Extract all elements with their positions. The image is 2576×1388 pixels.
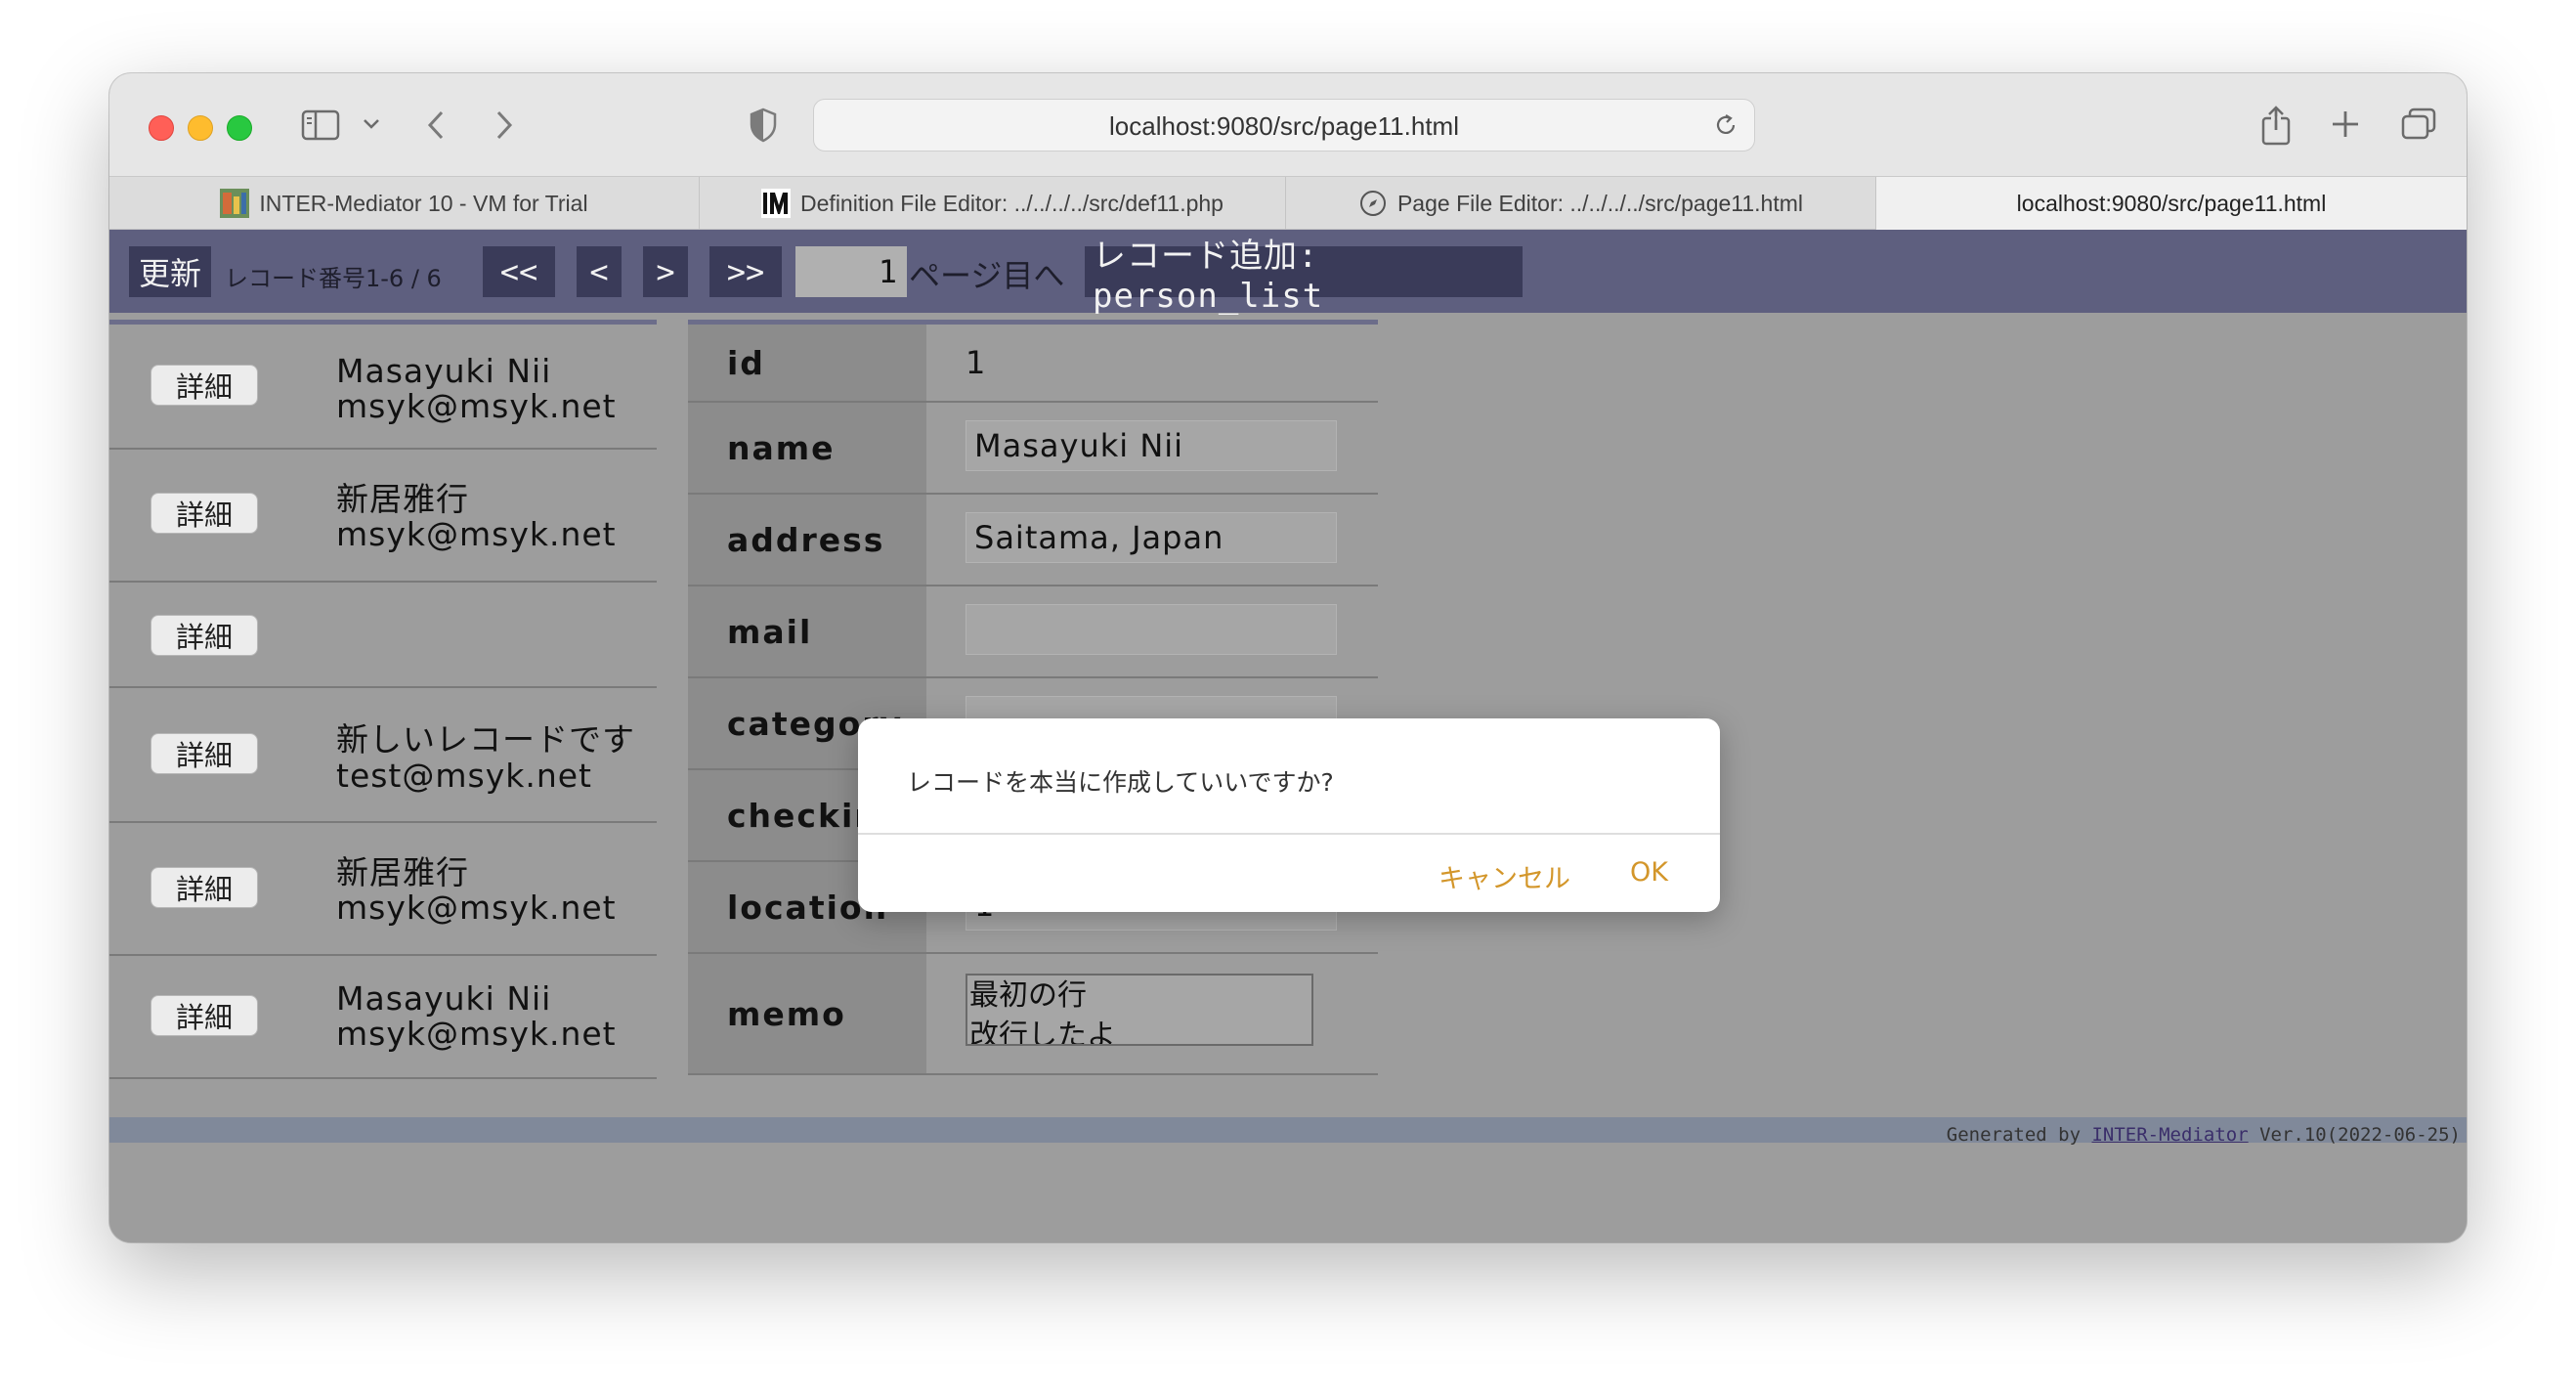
mail-input[interactable] [966, 604, 1337, 655]
inter-mediator-favicon-icon [220, 189, 250, 218]
memo-textarea[interactable]: 最初の行 改行したよ [966, 974, 1313, 1046]
confirm-dialog: レコードを本当に作成していいですか? キャンセル OK [858, 718, 1720, 912]
dialog-message: レコードを本当に作成していいですか? [907, 768, 1334, 797]
tab-page11[interactable]: localhost:9080/src/page11.html [1876, 177, 2467, 230]
detail-row-address: address Saitama, Japan [688, 495, 1378, 586]
tab-label: Definition File Editor: ../../../../src/… [800, 190, 1224, 216]
list-item-mail: msyk@msyk.net [336, 515, 617, 553]
footer-suffix: Ver.10(2022-06-25) [2259, 1124, 2461, 1146]
first-page-button[interactable]: << [483, 246, 555, 297]
cancel-button[interactable]: キャンセル [1438, 857, 1570, 895]
tab-definition-editor[interactable]: Definition File Editor: ../../../../src/… [700, 177, 1286, 230]
record-list: 詳細 Masayuki Nii msyk@msyk.net 詳細 新居雅行 ms… [109, 320, 657, 1079]
list-item-mail: msyk@msyk.net [336, 889, 617, 927]
im-logo-icon [761, 189, 792, 218]
prev-page-button[interactable]: < [577, 246, 622, 297]
detail-button[interactable]: 詳細 [150, 615, 258, 656]
field-label: mail [688, 586, 926, 676]
record-detail: id 1 name Masayuki Nii address Saitama, … [688, 320, 1378, 1075]
detail-button[interactable]: 詳細 [150, 995, 258, 1036]
last-page-button[interactable]: >> [709, 246, 782, 297]
field-label: name [688, 403, 926, 493]
back-arrow-icon[interactable] [424, 108, 448, 146]
list-item: 詳細 Masayuki Nii msyk@msyk.net [109, 956, 657, 1079]
tab-label: INTER-Mediator 10 - VM for Trial [259, 190, 588, 216]
tab-label: Page File Editor: ../../../../src/page11… [1396, 190, 1804, 216]
page-content: 更新 レコード番号1-6 / 6 << < > >> 1 ページ目へ レコード追… [109, 230, 2467, 1242]
list-item-mail: msyk@msyk.net [336, 387, 617, 425]
close-window-button[interactable] [149, 115, 174, 141]
list-item-name: 新居雅行 [336, 853, 469, 891]
list-item: 詳細 新しいレコードです test@msyk.net [109, 688, 657, 823]
new-tab-icon[interactable] [2330, 108, 2361, 144]
share-icon[interactable] [2259, 105, 2293, 150]
field-label: address [688, 495, 926, 585]
sidebar-toggle-icon[interactable] [301, 108, 342, 146]
list-item-name: 新しいレコードです [336, 720, 635, 759]
detail-row-mail: mail [688, 586, 1378, 678]
footer-credit: Generated by INTER-Mediator Ver.10(2022-… [1947, 1124, 2461, 1146]
dialog-divider [858, 833, 1720, 835]
page-suffix-label: ページ目へ [909, 257, 1065, 294]
shield-icon [749, 108, 778, 147]
list-item-name: Masayuki Nii [336, 352, 552, 390]
detail-row-memo: memo 最初の行 改行したよ [688, 954, 1378, 1075]
add-record-button[interactable]: レコード追加: person_list [1085, 237, 1523, 316]
detail-button[interactable]: 詳細 [150, 867, 258, 908]
detail-row-name: name Masayuki Nii [688, 403, 1378, 495]
tab-label: localhost:9080/src/page11.html [2016, 190, 2327, 216]
tab-bar: INTER-Mediator 10 - VM for Trial Definit… [109, 176, 2467, 230]
address-text: localhost:9080/src/page11.html [1109, 111, 1459, 141]
detail-button[interactable]: 詳細 [150, 733, 258, 774]
name-input[interactable]: Masayuki Nii [966, 420, 1337, 471]
list-item-mail: msyk@msyk.net [336, 1015, 617, 1053]
page-number-input[interactable]: 1 [795, 246, 907, 297]
list-item-name: Masayuki Nii [336, 979, 552, 1018]
ok-button[interactable]: OK [1630, 857, 1668, 888]
address-bar[interactable]: localhost:9080/src/page11.html [813, 99, 1755, 152]
list-item: 詳細 Masayuki Nii msyk@msyk.net [109, 325, 657, 450]
minimize-window-button[interactable] [188, 115, 213, 141]
next-page-button[interactable]: > [643, 246, 688, 297]
detail-row-id: id 1 [688, 325, 1378, 403]
list-item-name: 新居雅行 [336, 480, 469, 518]
list-item: 詳細 新居雅行 msyk@msyk.net [109, 823, 657, 956]
forward-arrow-icon[interactable] [493, 108, 516, 146]
list-item: 詳細 [109, 583, 657, 688]
navigation-bar: 更新 レコード番号1-6 / 6 << < > >> 1 ページ目へ レコード追… [109, 230, 2467, 316]
address-input[interactable]: Saitama, Japan [966, 512, 1337, 563]
tab-page-editor[interactable]: Page File Editor: ../../../../src/page11… [1286, 177, 1876, 230]
tab-inter-mediator[interactable]: INTER-Mediator 10 - VM for Trial [109, 177, 700, 230]
field-value: 1 [966, 344, 987, 381]
footer-prefix: Generated by [1946, 1124, 2082, 1146]
detail-button[interactable]: 詳細 [150, 493, 258, 534]
list-item: 詳細 新居雅行 msyk@msyk.net [109, 450, 657, 583]
inter-mediator-link[interactable]: INTER-Mediator [2091, 1124, 2248, 1146]
record-count: レコード番号1-6 / 6 [225, 265, 442, 292]
browser-window: localhost:9080/src/page11.html INTER-Med… [109, 73, 2467, 1242]
compass-icon [1358, 189, 1388, 218]
reload-icon[interactable] [1713, 112, 1739, 142]
title-bar: localhost:9080/src/page11.html [109, 73, 2467, 176]
refresh-button[interactable]: 更新 [129, 246, 211, 297]
list-item-mail: test@msyk.net [336, 757, 592, 795]
chevron-down-icon[interactable] [362, 116, 381, 136]
field-label: memo [688, 954, 926, 1073]
detail-button[interactable]: 詳細 [150, 365, 258, 406]
zoom-window-button[interactable] [227, 115, 252, 141]
field-label: id [688, 325, 926, 401]
tab-overview-icon[interactable] [2400, 107, 2437, 146]
